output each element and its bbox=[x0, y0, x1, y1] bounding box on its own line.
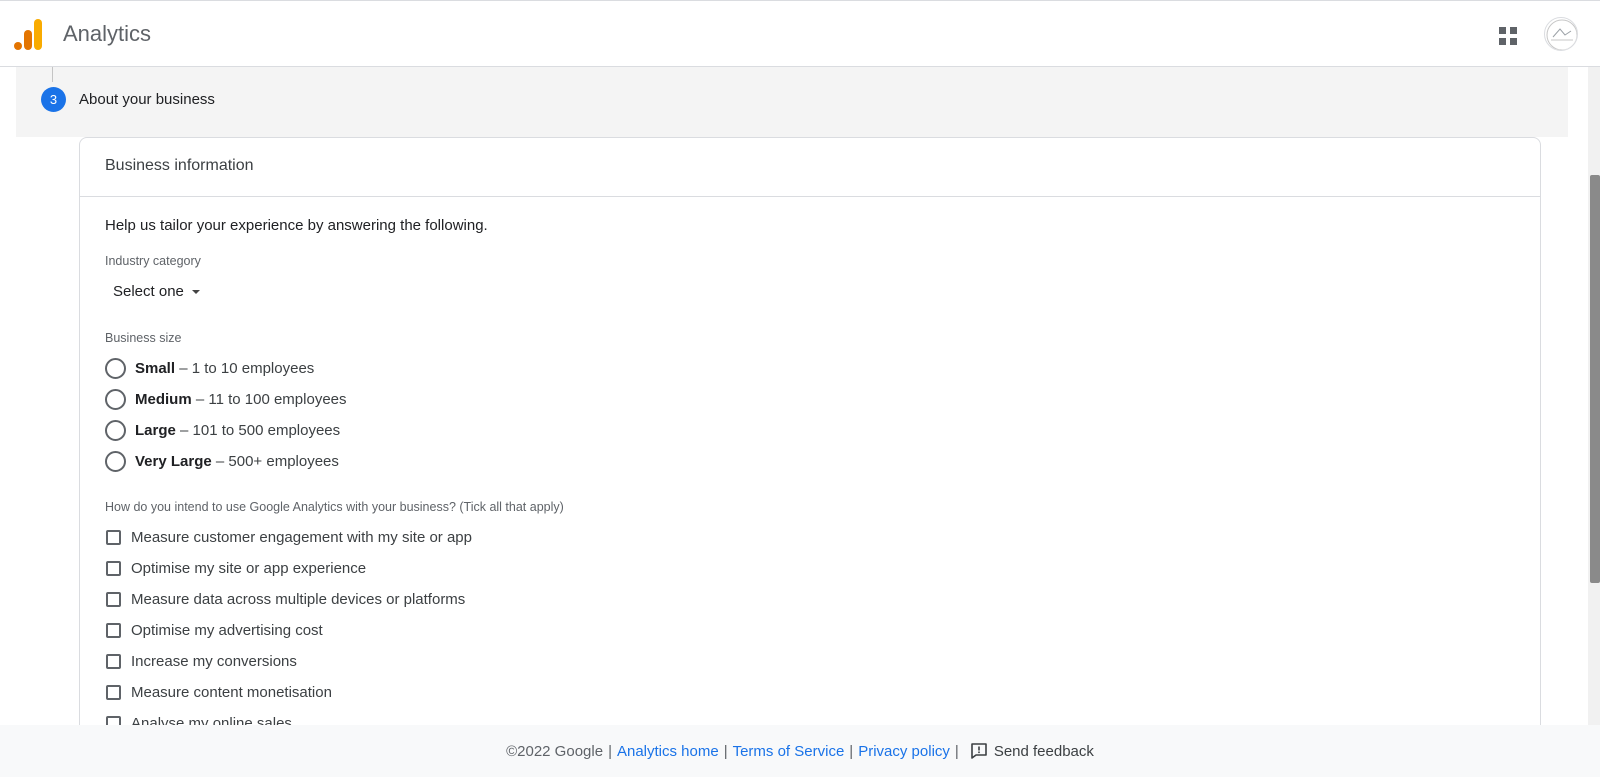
business-size-label: Business size bbox=[105, 331, 182, 345]
radio-button[interactable] bbox=[105, 388, 126, 410]
radio-option-desc: – 1 to 10 employees bbox=[175, 359, 315, 377]
radio-option-name: Very Large bbox=[135, 452, 212, 470]
apps-grid-icon[interactable] bbox=[1498, 26, 1518, 46]
checkbox[interactable] bbox=[106, 529, 121, 545]
analytics-home-link[interactable]: Analytics home bbox=[617, 743, 719, 760]
footer-separator: | bbox=[954, 742, 959, 760]
step-number-badge: 3 bbox=[41, 87, 66, 112]
terms-of-service-link[interactable]: Terms of Service bbox=[733, 743, 845, 760]
radio-option-name: Medium bbox=[135, 390, 192, 408]
checkbox[interactable] bbox=[106, 653, 121, 669]
send-feedback-label: Send feedback bbox=[993, 742, 1094, 760]
radio-button[interactable] bbox=[105, 357, 126, 379]
card-title: Business information bbox=[105, 157, 254, 174]
checkbox-label: Increase my conversions bbox=[131, 652, 297, 670]
radio-option-desc: – 101 to 500 employees bbox=[175, 421, 341, 439]
checkbox-label: Optimise my advertising cost bbox=[131, 621, 323, 639]
checkbox-option[interactable]: Optimise my advertising cost bbox=[106, 620, 323, 640]
privacy-policy-link[interactable]: Privacy policy bbox=[858, 743, 950, 760]
industry-category-value: Select one bbox=[113, 283, 184, 300]
radio-option-small[interactable]: Small – 1 to 10 employees bbox=[105, 357, 314, 379]
radio-option-name: Small bbox=[135, 359, 176, 377]
checkbox-label: Measure data across multiple devices or … bbox=[131, 590, 466, 608]
checkbox[interactable] bbox=[106, 622, 121, 638]
feedback-icon bbox=[971, 743, 987, 759]
scrollbar-thumb[interactable] bbox=[1590, 175, 1600, 583]
footer-separator: | bbox=[723, 742, 728, 760]
radio-option-large[interactable]: Large – 101 to 500 employees bbox=[105, 419, 340, 441]
radio-option-name: Large bbox=[135, 421, 176, 439]
checkbox[interactable] bbox=[106, 684, 121, 700]
checkbox-label: Measure content monetisation bbox=[131, 683, 332, 701]
radio-button[interactable] bbox=[105, 419, 126, 441]
footer-separator: | bbox=[608, 742, 612, 760]
footer-separator: | bbox=[849, 742, 854, 760]
top-app-bar: Analytics bbox=[0, 0, 1600, 67]
checkbox-option[interactable]: Increase my conversions bbox=[106, 651, 297, 671]
card-divider bbox=[80, 196, 1540, 197]
dropdown-arrow-icon bbox=[191, 289, 200, 294]
step-title: About your business bbox=[79, 91, 215, 108]
radio-option-desc: – 500+ employees bbox=[211, 452, 339, 470]
industry-category-label: Industry category bbox=[105, 254, 201, 268]
checkbox-option[interactable]: Measure data across multiple devices or … bbox=[106, 589, 465, 609]
usage-question-label: How do you intend to use Google Analytic… bbox=[105, 500, 564, 514]
checkbox[interactable] bbox=[106, 560, 121, 576]
page-footer: ©2022 Google | Analytics home | Terms of… bbox=[0, 725, 1600, 777]
avatar-image-icon bbox=[1546, 19, 1577, 50]
radio-option-very-large[interactable]: Very Large – 500+ employees bbox=[105, 450, 339, 472]
intro-text: Help us tailor your experience by answer… bbox=[105, 217, 488, 234]
checkbox[interactable] bbox=[106, 591, 121, 607]
radio-option-desc: – 11 to 100 employees bbox=[191, 390, 347, 408]
account-avatar[interactable] bbox=[1544, 17, 1578, 51]
stepper-connector bbox=[52, 67, 53, 82]
checkbox-option[interactable]: Measure customer engagement with my site… bbox=[106, 527, 472, 547]
copyright-text: ©2022 Google bbox=[506, 742, 604, 760]
checkbox-option[interactable]: Optimise my site or app experience bbox=[106, 558, 366, 578]
checkbox-label: Optimise my site or app experience bbox=[131, 559, 367, 577]
checkbox-label: Measure customer engagement with my site… bbox=[131, 528, 472, 546]
checkbox-option[interactable]: Measure content monetisation bbox=[106, 682, 332, 702]
app-title: Analytics bbox=[63, 21, 152, 46]
radio-button[interactable] bbox=[105, 450, 126, 472]
step-header bbox=[16, 67, 1568, 137]
send-feedback-button[interactable]: Send feedback bbox=[970, 742, 1094, 760]
analytics-logo-icon[interactable] bbox=[14, 19, 44, 51]
industry-category-select[interactable]: Select one bbox=[113, 283, 200, 300]
radio-option-medium[interactable]: Medium – 11 to 100 employees bbox=[105, 388, 347, 410]
